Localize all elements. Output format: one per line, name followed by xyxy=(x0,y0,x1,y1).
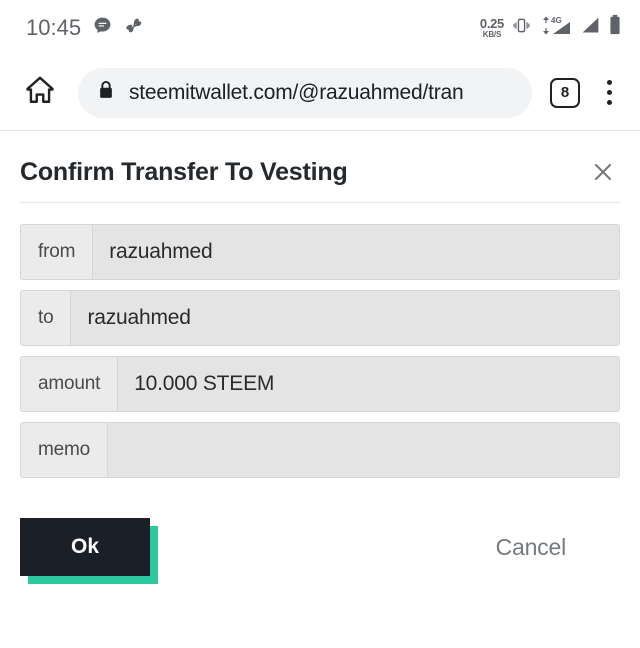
field-label-from: from xyxy=(21,225,94,279)
overflow-menu-icon[interactable] xyxy=(592,71,626,115)
confirm-transfer-dialog: Confirm Transfer To Vesting from razuahm… xyxy=(0,131,640,588)
field-label-to: to xyxy=(21,291,72,345)
pinwheel-icon xyxy=(124,15,145,41)
field-row-memo: memo xyxy=(20,422,620,478)
home-button[interactable] xyxy=(16,69,64,117)
dialog-header: Confirm Transfer To Vesting xyxy=(0,131,640,193)
network-speed-value: 0.25 xyxy=(479,15,504,31)
url-text[interactable]: steemitwallet.com/@razuahmed/tran xyxy=(129,81,464,105)
field-value-from: razuahmed xyxy=(93,225,619,279)
network-speed-indicator: 0.25 KB/S xyxy=(480,17,504,39)
field-row-from: from razuahmed xyxy=(20,224,620,280)
field-value-memo xyxy=(108,423,619,477)
field-label-memo: memo xyxy=(21,423,108,477)
status-clock: 10:45 xyxy=(26,14,82,40)
dialog-actions: Ok Cancel xyxy=(0,478,640,588)
home-icon xyxy=(23,73,57,112)
close-icon xyxy=(591,160,615,189)
menu-dot xyxy=(606,100,612,105)
transfer-details-list: from razuahmed to razuahmed amount 10.00… xyxy=(0,203,640,478)
omnibox[interactable]: steemitwallet.com/@razuahmed/tran xyxy=(78,67,532,118)
field-value-to: razuahmed xyxy=(71,291,619,345)
tab-counter-button[interactable]: 8 xyxy=(550,77,580,108)
network-speed-unit: KB/S xyxy=(482,29,502,39)
field-row-amount: amount 10.000 STEEM xyxy=(20,356,620,412)
menu-dot xyxy=(606,80,612,85)
vibrate-icon xyxy=(511,15,532,41)
signal-4g-icon: 4G xyxy=(539,15,573,41)
field-value-amount: 10.000 STEEM xyxy=(118,357,619,411)
battery-icon xyxy=(608,14,622,41)
dialog-title: Confirm Transfer To Vesting xyxy=(20,158,348,186)
status-bar-left: 10:45 xyxy=(26,15,145,41)
confirm-button-wrapper: Ok xyxy=(20,518,158,584)
browser-toolbar: steemitwallet.com/@razuahmed/tran 8 xyxy=(0,55,640,130)
field-label-amount: amount xyxy=(21,357,119,411)
status-bar-right: 0.25 KB/S 4G xyxy=(480,14,622,41)
confirm-button[interactable]: Ok xyxy=(20,518,150,576)
lock-icon xyxy=(96,79,116,106)
menu-dot xyxy=(606,90,612,95)
signal-icon xyxy=(580,15,601,41)
message-bubble-icon xyxy=(93,16,112,40)
cancel-button[interactable]: Cancel xyxy=(496,534,620,561)
status-bar: 10:45 0.25 KB/S 4G xyxy=(0,0,640,55)
close-button[interactable] xyxy=(586,157,620,191)
svg-text:4G: 4G xyxy=(551,16,562,25)
field-row-to: to razuahmed xyxy=(20,290,620,346)
